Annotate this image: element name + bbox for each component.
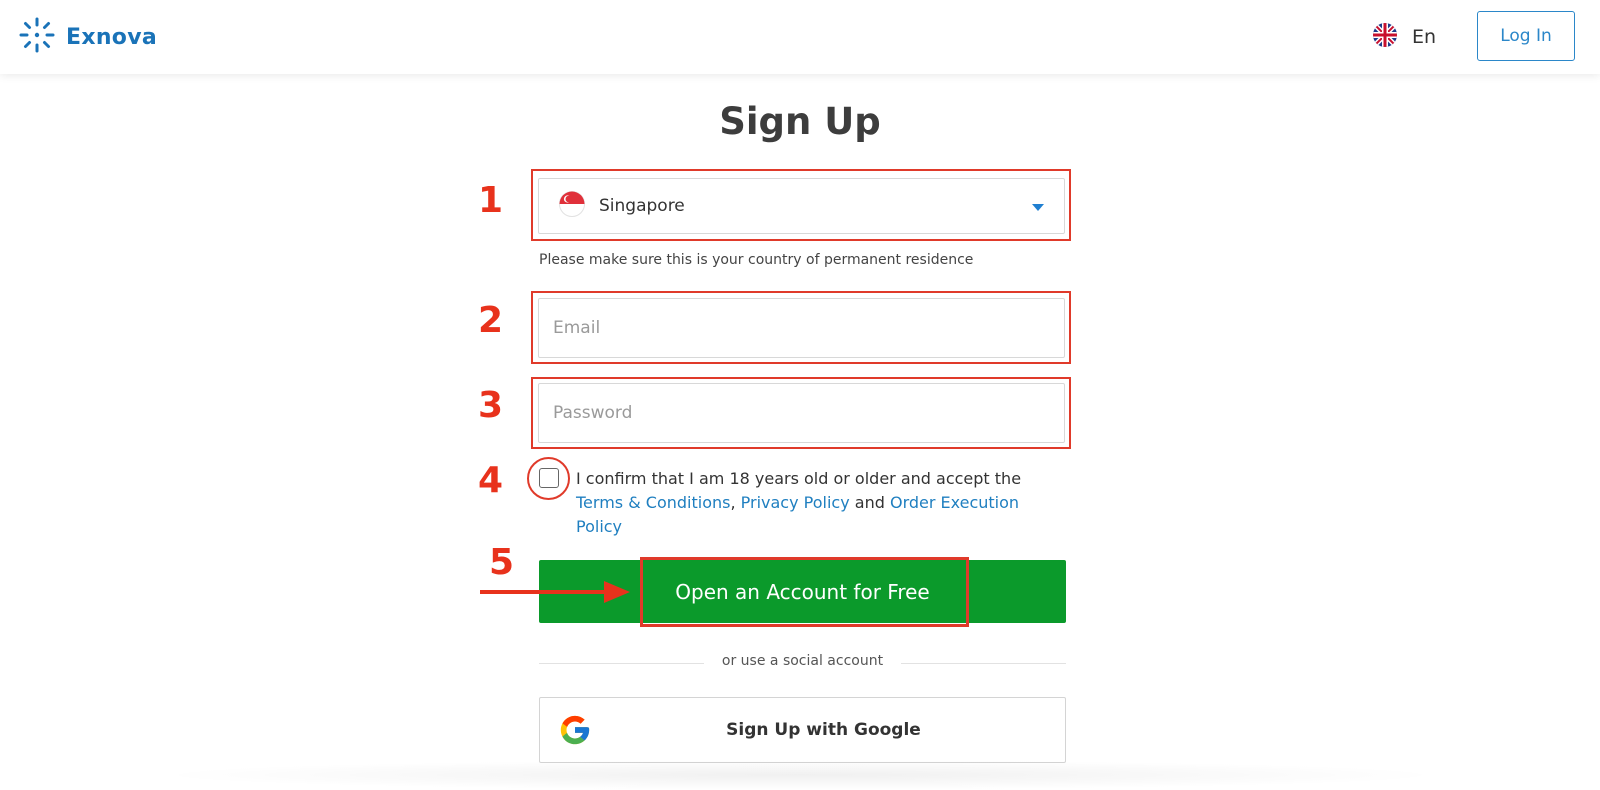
password-field[interactable]: [538, 383, 1065, 443]
social-divider: or use a social account: [539, 653, 1066, 673]
google-signup-button[interactable]: Sign Up with Google: [539, 697, 1066, 763]
annotation-step-2: 2: [478, 300, 504, 341]
uk-flag-icon: [1372, 22, 1398, 52]
annotation-step-3: 3: [478, 385, 504, 426]
page-title: Sign Up: [719, 100, 881, 143]
social-divider-label: or use a social account: [721, 653, 884, 669]
singapore-flag-icon: [559, 191, 585, 221]
country-select[interactable]: Singapore: [538, 178, 1065, 234]
annotation-step-1: 1: [478, 180, 504, 221]
brand-logo[interactable]: Exnova: [18, 16, 157, 58]
consent-conjunction: and: [854, 493, 885, 512]
language-selector[interactable]: En: [1372, 22, 1436, 52]
annotation-step-4: 4: [478, 460, 504, 501]
consent-separator: ,: [730, 493, 736, 512]
login-button[interactable]: Log In: [1477, 11, 1575, 61]
exnova-logo-icon: [18, 16, 56, 58]
language-label: En: [1412, 26, 1437, 48]
google-signup-label: Sign Up with Google: [726, 720, 921, 740]
country-hint: Please make sure this is your country of…: [539, 252, 974, 268]
top-header: Exnova En Log In: [0, 0, 1600, 74]
country-value: Singapore: [599, 196, 685, 216]
arrow-right-icon: [480, 581, 630, 603]
consent-prefix: I confirm that I am 18 years old or olde…: [576, 469, 1022, 488]
consent-text: I confirm that I am 18 years old or olde…: [576, 467, 1046, 539]
age-consent-checkbox[interactable]: [539, 468, 559, 488]
annotation-highlight-submit: [640, 557, 969, 627]
privacy-link[interactable]: Privacy Policy: [741, 493, 850, 512]
email-field[interactable]: [538, 298, 1065, 358]
brand-name: Exnova: [66, 24, 157, 50]
bottom-shadow: [150, 760, 1450, 790]
annotation-step-5: 5: [489, 542, 515, 583]
terms-link[interactable]: Terms & Conditions: [576, 493, 730, 512]
chevron-down-icon: [1032, 204, 1044, 211]
